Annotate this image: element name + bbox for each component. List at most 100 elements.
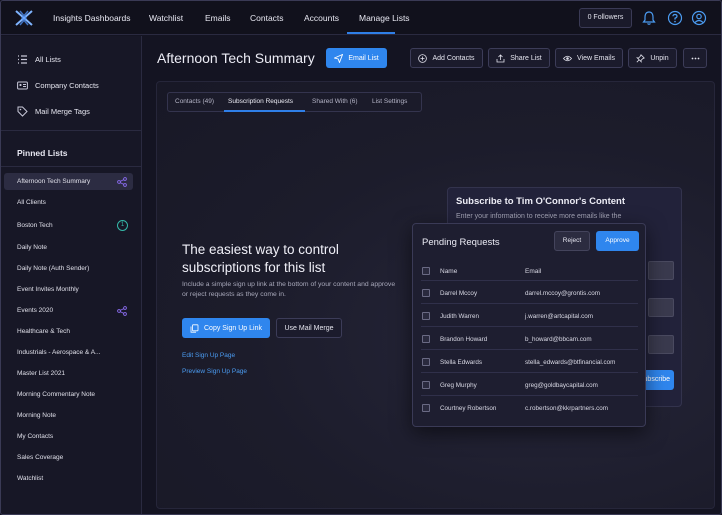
add-contacts-button[interactable]: Add Contacts (410, 48, 483, 68)
use-mail-merge-label: Use Mail Merge (284, 324, 334, 332)
share-icon (117, 177, 127, 187)
nav-manage-lists[interactable]: Manage Lists (359, 13, 410, 23)
sidebar-divider (1, 130, 142, 131)
edit-sign-up-page-link[interactable]: Edit Sign Up Page (182, 352, 235, 359)
pinned-lists-heading: Pinned Lists (17, 148, 68, 158)
nav-accounts[interactable]: Accounts (304, 13, 339, 23)
tab-shared-with[interactable]: Shared With (6) (312, 98, 358, 105)
sidebar: All Lists Company Contacts Mail Merge Ta… (1, 36, 142, 514)
pending-requests-panel: Pending Requests Reject Approve Name Ema… (412, 223, 646, 427)
approve-button[interactable]: Approve (596, 231, 639, 251)
sidebar-item-all-lists[interactable]: All Lists (17, 54, 61, 65)
request-email: c.robertson@kkrpartners.com (525, 405, 609, 412)
nav-watchlist[interactable]: Watchlist (149, 13, 183, 23)
pinned-item[interactable]: Boston Tech (17, 222, 53, 229)
sidebar-item-label: Company Contacts (35, 81, 99, 90)
nav-emails[interactable]: Emails (205, 13, 231, 23)
nav-active-indicator (347, 32, 395, 34)
column-header-email: Email (525, 268, 542, 275)
preview-sign-up-page-link[interactable]: Preview Sign Up Page (182, 368, 247, 375)
nav-insights-dashboards[interactable]: Insights Dashboards (53, 13, 131, 23)
list-icon (18, 55, 27, 64)
request-name: Stella Edwards (440, 359, 482, 366)
sidebar-item-company-contacts[interactable]: Company Contacts (17, 80, 99, 91)
view-emails-label: View Emails (577, 54, 615, 62)
subscribe-preview-subtitle: Enter your information to receive more e… (456, 213, 622, 220)
add-contacts-label: Add Contacts (432, 54, 475, 62)
row-checkbox[interactable] (422, 335, 430, 343)
pinned-item[interactable]: My Contacts (17, 433, 53, 440)
app-window: Insights Dashboards Watchlist Emails Con… (0, 0, 722, 515)
copy-sign-up-link-button[interactable]: Copy Sign Up Link (182, 318, 270, 338)
page-title: Afternoon Tech Summary (157, 50, 315, 66)
tab-active-indicator (224, 110, 305, 112)
bell-icon[interactable] (641, 10, 657, 26)
pinned-item[interactable]: Events 2020 (17, 307, 53, 314)
request-email: darrel.mccoy@grontis.com (525, 290, 600, 297)
more-options-button[interactable] (683, 48, 707, 68)
pinned-item[interactable]: Watchlist (17, 475, 43, 482)
plus-circle-icon (418, 53, 428, 63)
email-list-button[interactable]: Email List (326, 48, 387, 68)
row-divider (421, 395, 638, 396)
pinned-item[interactable]: Morning Note (17, 412, 56, 419)
pinned-item[interactable]: All Clients (17, 199, 46, 206)
logo-icon[interactable] (14, 9, 34, 27)
send-icon (334, 53, 344, 63)
subscribe-preview-title: Subscribe to Tim O'Connor's Content (456, 196, 626, 207)
tab-subscription-requests[interactable]: Subscription Requests (228, 98, 293, 105)
hero-description: Include a simple sign up link at the bot… (182, 281, 396, 298)
pinned-item[interactable]: Healthcare & Tech (17, 328, 70, 335)
request-name: Judith Warren (440, 313, 479, 320)
request-name: Darrel Mccoy (440, 290, 478, 297)
sidebar-item-label: All Lists (35, 55, 61, 64)
subscribe-preview-input (648, 298, 674, 317)
request-email: stella_edwards@btfinancial.com (525, 359, 616, 366)
pin-icon (636, 53, 646, 63)
row-checkbox[interactable] (422, 381, 430, 389)
row-checkbox[interactable] (422, 289, 430, 297)
tab-contacts[interactable]: Contacts (49) (175, 98, 214, 105)
sidebar-item-label: Mail Merge Tags (35, 107, 90, 116)
pinned-item[interactable]: Morning Commentary Note (17, 391, 95, 398)
row-checkbox[interactable] (422, 358, 430, 366)
pinned-item[interactable]: Event Invites Monthly (17, 286, 79, 293)
row-divider (421, 280, 638, 281)
followers-button[interactable]: 0 Followers (579, 8, 632, 28)
subscribe-preview-input (648, 261, 674, 280)
eye-icon (563, 55, 572, 61)
row-checkbox[interactable] (422, 404, 430, 412)
use-mail-merge-button[interactable]: Use Mail Merge (276, 318, 342, 338)
sidebar-item-mail-merge-tags[interactable]: Mail Merge Tags (17, 106, 90, 117)
select-all-checkbox[interactable] (422, 267, 430, 275)
reject-button[interactable]: Reject (554, 231, 590, 251)
email-list-label: Email List (348, 54, 379, 62)
row-divider (421, 326, 638, 327)
user-avatar-icon[interactable] (691, 10, 707, 26)
pinned-item[interactable]: Daily Note (17, 244, 47, 251)
column-header-name: Name (440, 268, 458, 275)
share-list-button[interactable]: Share List (488, 48, 550, 68)
row-checkbox[interactable] (422, 312, 430, 320)
pinned-item[interactable]: Daily Note (Auth Sender) (17, 265, 89, 272)
request-email: b_howard@bbcam.com (525, 336, 592, 343)
help-icon[interactable] (667, 10, 683, 26)
pinned-item[interactable]: Industrials - Aerospace & A... (17, 349, 100, 356)
pinned-item[interactable]: Master List 2021 (17, 370, 65, 377)
subscribe-preview-input (648, 335, 674, 354)
row-divider (421, 349, 638, 350)
view-emails-button[interactable]: View Emails (555, 48, 623, 68)
share-list-label: Share List (510, 54, 542, 62)
more-dots-icon (691, 57, 699, 59)
tab-list-settings[interactable]: List Settings (372, 98, 407, 105)
hero-title: The easiest way to control subscriptions… (182, 242, 339, 275)
pinned-item[interactable]: Afternoon Tech Summary (17, 178, 90, 185)
copy-sign-up-link-label: Copy Sign Up Link (204, 324, 262, 332)
pinned-item[interactable]: Sales Coverage (17, 454, 63, 461)
request-name: Courtney Robertson (440, 405, 497, 412)
unpin-button[interactable]: Unpin (628, 48, 677, 68)
nav-contacts[interactable]: Contacts (250, 13, 284, 23)
pending-requests-title: Pending Requests (422, 237, 500, 248)
request-email: greg@goldbaycapital.com (525, 382, 598, 389)
top-navigation: Insights Dashboards Watchlist Emails Con… (1, 1, 721, 35)
